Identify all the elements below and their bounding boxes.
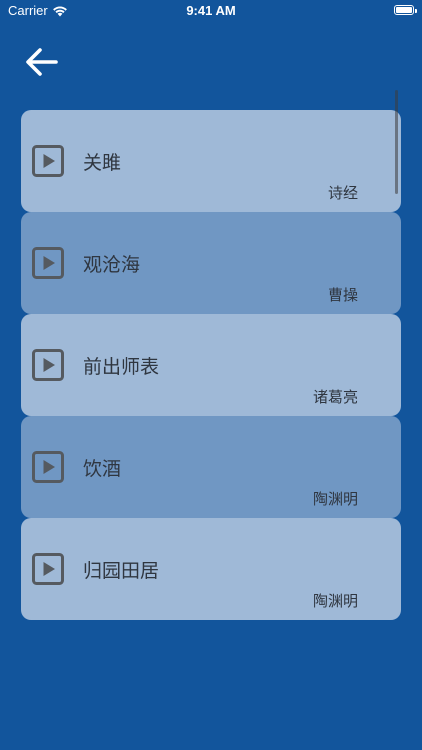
poem-author: 曹操 — [327, 286, 358, 304]
poem-author: 陶渊明 — [312, 490, 358, 508]
poem-title: 归园田居 — [83, 560, 160, 582]
play-icon[interactable] — [32, 145, 64, 177]
status-time: 9:41 AM — [186, 3, 236, 18]
battery-icon — [394, 5, 417, 15]
play-icon[interactable] — [32, 553, 64, 585]
poem-title: 观沧海 — [83, 254, 141, 276]
arrow-left-icon — [26, 48, 58, 76]
play-icon[interactable] — [32, 247, 64, 279]
play-icon[interactable] — [32, 451, 64, 483]
status-bar: Carrier 9:41 AM — [0, 0, 422, 24]
poem-title: 前出师表 — [83, 356, 160, 378]
poem-author: 诸葛亮 — [312, 388, 358, 406]
scrollbar[interactable] — [395, 90, 398, 194]
list-item[interactable]: 归园田居 陶渊明 — [21, 518, 401, 620]
list-item[interactable]: 饮酒 陶渊明 — [21, 416, 401, 518]
play-icon[interactable] — [32, 349, 64, 381]
list-item[interactable]: 关雎 诗经 — [21, 110, 401, 212]
poem-title: 关雎 — [83, 152, 122, 174]
poem-author: 陶渊明 — [312, 592, 358, 610]
list-item[interactable]: 观沧海 曹操 — [21, 212, 401, 314]
back-button[interactable] — [22, 44, 62, 80]
list-item[interactable]: 前出师表 诸葛亮 — [21, 314, 401, 416]
battery-fill — [396, 7, 412, 13]
poem-list: 关雎 诗经 观沧海 曹操 前出师表 诸葛亮 饮酒 陶渊明 归园田居 陶渊明 — [21, 110, 401, 620]
poem-author: 诗经 — [327, 184, 358, 202]
poem-title: 饮酒 — [83, 458, 122, 480]
